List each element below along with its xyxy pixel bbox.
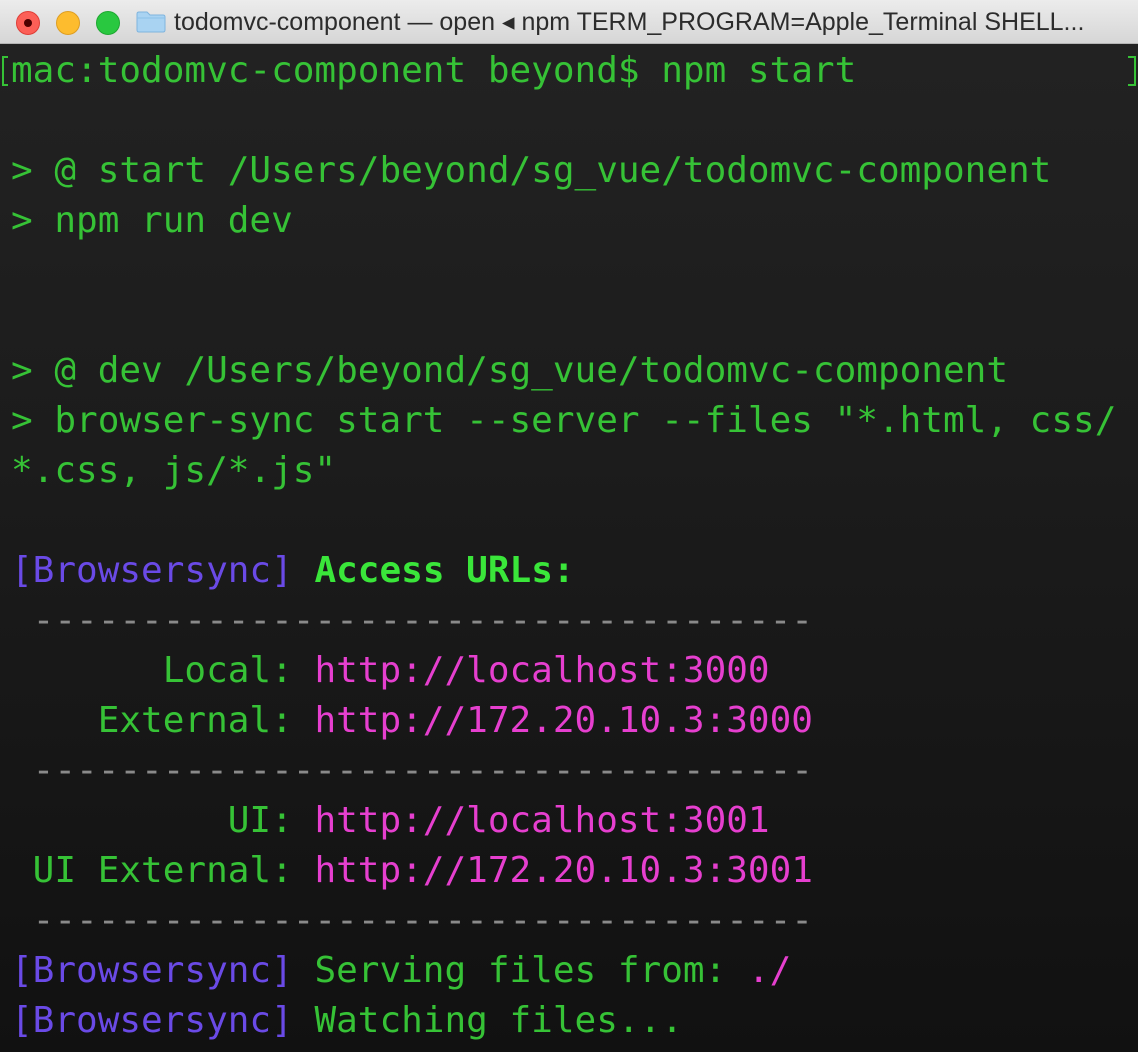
ui-external-url[interactable]: http://172.20.10.3:3001 [314,850,813,891]
external-label: External: [11,700,315,741]
title-bar[interactable]: todomvc-component — open ◂ npm TERM_PROG… [0,0,1138,44]
browser-sync-command-line-1: > browser-sync start --server --files "*… [11,400,1117,441]
ui-external-url-line: UI External: http://172.20.10.3:3001 [11,846,813,896]
watching-files-text: Watching files... [292,1000,683,1041]
separator-line: ------------------------------------ [11,600,813,641]
prompt-line: mac:todomvc-component beyond$ npm start [11,50,857,91]
script-start-line: > @ start /Users/beyond/sg_vue/todomvc-c… [11,150,1052,191]
external-url[interactable]: http://172.20.10.3:3000 [314,700,813,741]
serving-path: ./ [747,950,792,991]
script-dev-line: > @ dev /Users/beyond/sg_vue/todomvc-com… [11,350,1008,391]
terminal-window: todomvc-component — open ◂ npm TERM_PROG… [0,0,1138,1052]
local-url-line: Local: http://localhost:3000 [11,646,770,696]
browser-sync-command-line-2: *.css, js/*.js" [11,450,337,491]
ui-url[interactable]: http://localhost:3001 [314,800,769,841]
access-urls-line: [Browsersync] Access URLs: [11,546,575,596]
npm-run-dev-line: > npm run dev [11,200,293,241]
folder-icon [136,11,166,33]
serving-files-text: Serving files from: [292,950,748,991]
external-url-line: External: http://172.20.10.3:3000 [11,696,813,746]
browsersync-tag: [Browsersync] [11,950,293,991]
local-label: Local: [11,650,315,691]
terminal-output[interactable]: mac:todomvc-component beyond$ npm start … [0,44,1138,1052]
browsersync-tag: [Browsersync] [11,550,293,591]
access-urls-heading: Access URLs: [314,550,575,591]
separator-line: ------------------------------------ [11,750,813,791]
selection-bracket-right [1128,56,1136,86]
ui-url-line: UI: http://localhost:3001 [11,796,770,846]
ui-external-label: UI External: [11,850,315,891]
close-dot [24,19,32,27]
local-url[interactable]: http://localhost:3000 [314,650,769,691]
window-title: todomvc-component — open ◂ npm TERM_PROG… [174,8,1085,36]
ui-label: UI: [11,800,315,841]
serving-files-line: [Browsersync] Serving files from: ./ [11,946,791,996]
separator-line: ------------------------------------ [11,900,813,941]
minimize-icon[interactable] [56,11,80,35]
browsersync-tag: [Browsersync] [11,1000,293,1041]
watching-files-line: [Browsersync] Watching files... [11,996,683,1046]
zoom-icon[interactable] [96,11,120,35]
selection-bracket-left [2,56,8,86]
close-icon[interactable] [16,11,40,35]
